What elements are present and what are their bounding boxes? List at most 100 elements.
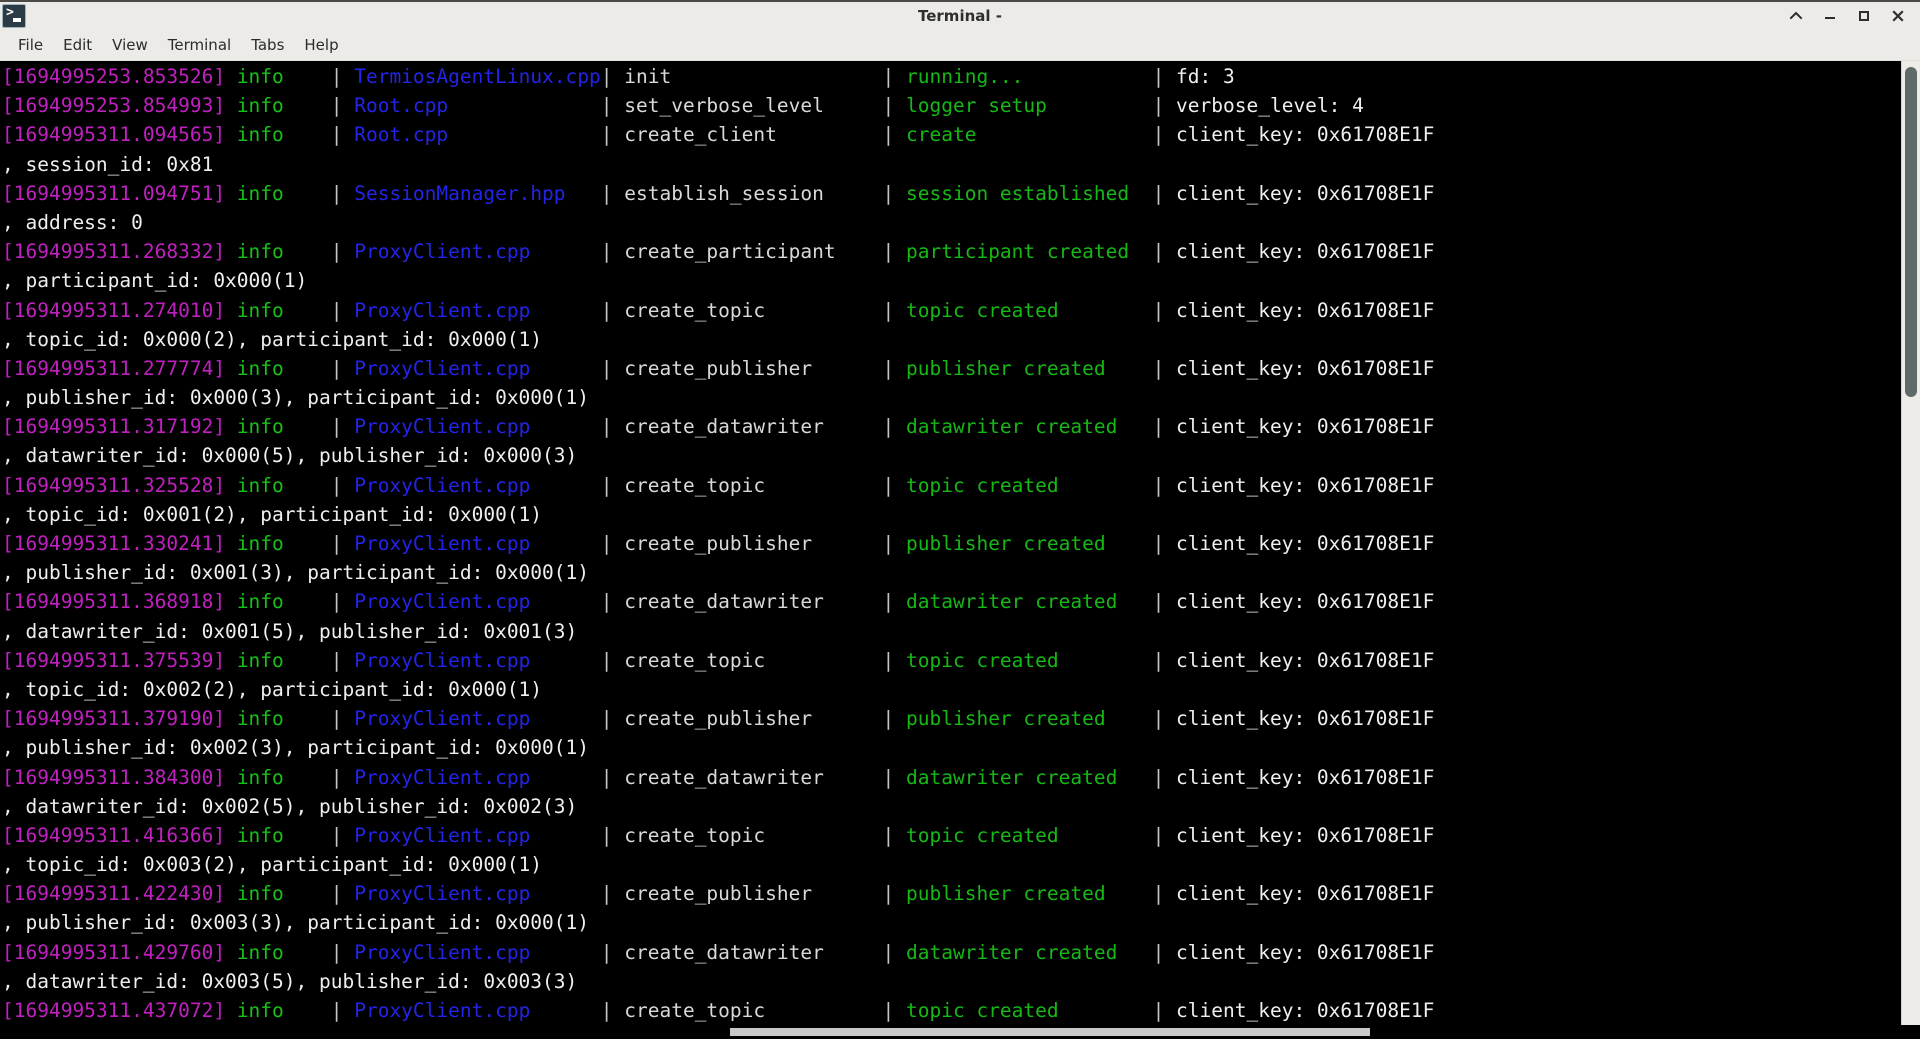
- shade-icon[interactable]: [1788, 8, 1804, 24]
- log-separator: |: [600, 298, 625, 322]
- log-line-continuation: , topic_id: 0x000(2), participant_id: 0x…: [2, 325, 1901, 354]
- log-separator: |: [882, 65, 907, 88]
- log-timestamp: [1694995311.429760]: [2, 940, 226, 964]
- log-separator: |: [600, 999, 625, 1022]
- log-separator: |: [1152, 94, 1177, 118]
- title-bar[interactable]: > Terminal -: [0, 0, 1920, 30]
- log-status: publisher created: [906, 707, 1153, 731]
- log-line: [1694995311.379190] info | ProxyClient.c…: [2, 704, 1901, 733]
- log-source-file: ProxyClient.cpp: [354, 298, 601, 322]
- log-status: publisher created: [906, 356, 1153, 380]
- log-level: info: [236, 123, 331, 147]
- log-status: topic created: [906, 999, 1153, 1022]
- log-source-file: ProxyClient.cpp: [354, 999, 601, 1022]
- log-continuation-text: , publisher_id: 0x003(3), participant_id…: [2, 911, 589, 935]
- log-level: info: [236, 181, 331, 205]
- log-source-file: ProxyClient.cpp: [354, 532, 601, 555]
- log-separator: |: [882, 356, 907, 380]
- log-space: [225, 474, 237, 497]
- log-keyvalue: client_key: 0x61708E1F: [1176, 356, 1435, 380]
- log-separator: |: [1152, 707, 1177, 731]
- log-separator: |: [600, 240, 625, 264]
- log-line-continuation: , topic_id: 0x002(2), participant_id: 0x…: [2, 675, 1901, 704]
- log-continuation-text: , publisher_id: 0x001(3), participant_id…: [2, 561, 589, 585]
- log-space: [225, 240, 237, 263]
- log-status: topic created: [906, 823, 1153, 847]
- close-icon[interactable]: [1890, 8, 1906, 24]
- log-separator: |: [330, 240, 355, 264]
- log-separator: |: [882, 415, 907, 439]
- menu-item-tabs[interactable]: Tabs: [241, 33, 294, 57]
- log-separator: |: [882, 823, 907, 847]
- log-separator: |: [882, 298, 907, 322]
- log-source-file: ProxyClient.cpp: [354, 648, 601, 672]
- log-timestamp: [1694995253.853526]: [2, 65, 226, 88]
- menu-item-view[interactable]: View: [102, 33, 158, 57]
- log-space: [225, 415, 237, 438]
- log-timestamp: [1694995311.094751]: [2, 181, 226, 205]
- log-line: [1694995311.094751] info | SessionManage…: [2, 179, 1901, 208]
- log-level: info: [236, 940, 331, 964]
- log-timestamp: [1694995311.379190]: [2, 707, 226, 731]
- log-line: [1694995311.268332] info | ProxyClient.c…: [2, 237, 1901, 266]
- log-level: info: [236, 94, 331, 118]
- menu-item-file[interactable]: File: [8, 33, 53, 57]
- log-separator: |: [330, 590, 355, 614]
- menu-item-terminal[interactable]: Terminal: [158, 33, 241, 57]
- minimize-icon[interactable]: [1822, 8, 1838, 24]
- vertical-scrollbar[interactable]: [1901, 61, 1920, 1025]
- horizontal-scrollbar-thumb[interactable]: [730, 1028, 1370, 1036]
- log-function: create_participant: [624, 240, 883, 264]
- log-timestamp: [1694995311.317192]: [2, 415, 226, 439]
- log-keyvalue: client_key: 0x61708E1F: [1176, 181, 1435, 205]
- log-space: [225, 357, 237, 380]
- log-separator: |: [600, 882, 625, 906]
- log-level: info: [236, 882, 331, 906]
- log-separator: |: [330, 940, 355, 964]
- log-line-continuation: , session_id: 0x81: [2, 150, 1901, 179]
- log-line: [1694995311.416366] info | ProxyClient.c…: [2, 821, 1901, 850]
- log-continuation-text: , topic_id: 0x000(2), participant_id: 0x…: [2, 327, 543, 351]
- log-function: create_publisher: [624, 356, 883, 380]
- log-space: [225, 123, 237, 146]
- log-continuation-text: , datawriter_id: 0x000(5), publisher_id:…: [2, 444, 578, 468]
- log-separator: |: [882, 181, 907, 205]
- log-separator: |: [1152, 823, 1177, 847]
- terminal-output[interactable]: [1694995253.853526] info | TermiosAgentL…: [0, 61, 1901, 1025]
- log-timestamp: [1694995311.094565]: [2, 123, 226, 147]
- log-status: create: [906, 123, 1153, 147]
- log-function: create_datawriter: [624, 765, 883, 789]
- log-status: datawriter created: [906, 590, 1153, 614]
- log-function: create_datawriter: [624, 415, 883, 439]
- log-status: topic created: [906, 473, 1153, 497]
- log-source-file: ProxyClient.cpp: [354, 415, 601, 439]
- log-separator: |: [1152, 590, 1177, 614]
- log-space: [225, 532, 237, 555]
- log-separator: |: [600, 65, 625, 88]
- log-function: create_topic: [624, 999, 883, 1022]
- log-separator: |: [600, 765, 625, 789]
- log-space: [225, 882, 237, 905]
- horizontal-scrollbar[interactable]: [0, 1025, 1920, 1039]
- log-keyvalue: client_key: 0x61708E1F: [1176, 298, 1435, 322]
- log-level: info: [236, 823, 331, 847]
- log-timestamp: [1694995311.422430]: [2, 882, 226, 906]
- log-keyvalue: client_key: 0x61708E1F: [1176, 940, 1435, 964]
- log-line-continuation: , datawriter_id: 0x000(5), publisher_id:…: [2, 441, 1901, 470]
- log-function: init: [624, 65, 883, 88]
- log-separator: |: [330, 532, 355, 555]
- log-keyvalue: client_key: 0x61708E1F: [1176, 590, 1435, 614]
- log-separator: |: [330, 415, 355, 439]
- menu-bar: File Edit View Terminal Tabs Help: [0, 30, 1920, 61]
- log-source-file: ProxyClient.cpp: [354, 590, 601, 614]
- maximize-icon[interactable]: [1856, 8, 1872, 24]
- log-separator: |: [882, 765, 907, 789]
- log-status: session established: [906, 181, 1153, 205]
- menu-item-help[interactable]: Help: [294, 33, 348, 57]
- menu-item-edit[interactable]: Edit: [53, 33, 102, 57]
- log-separator: |: [330, 882, 355, 906]
- log-line-continuation: , publisher_id: 0x000(3), participant_id…: [2, 383, 1901, 412]
- log-line-continuation: , topic_id: 0x001(2), participant_id: 0x…: [2, 500, 1901, 529]
- log-line: [1694995311.274010] info | ProxyClient.c…: [2, 296, 1901, 325]
- vertical-scrollbar-thumb[interactable]: [1905, 67, 1917, 397]
